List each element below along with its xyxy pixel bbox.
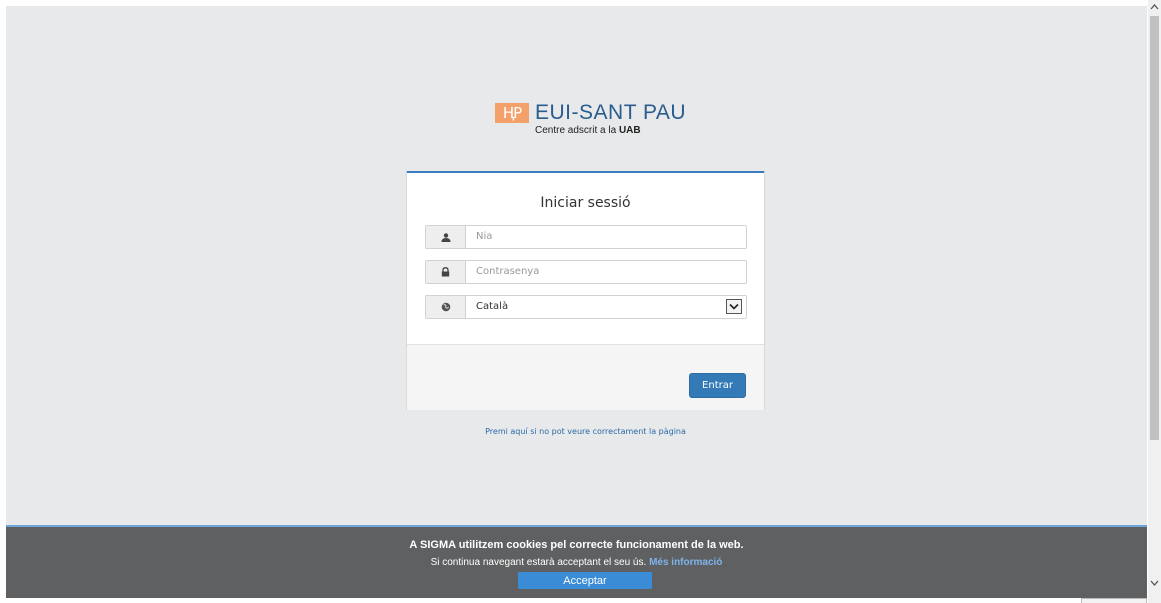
username-placeholder: Nia [476,231,493,242]
logo-title-rest: -SANT PAU [571,101,687,124]
globe-icon [426,296,466,318]
logo-mark: ⱧP [495,103,529,123]
logo-subtitle-strong: UAB [618,125,641,136]
cookie-submessage: Si continua navegant estarà acceptant el… [6,557,1147,568]
cookie-message: A SIGMA utilitzem cookies pel correcte f… [409,539,744,551]
scroll-down-icon[interactable] [1148,576,1161,590]
cookie-more-info-link[interactable]: Més informació [649,557,722,568]
username-field[interactable]: Nia [425,225,747,249]
cookie-submessage-text: Si continua navegant estarà acceptant el… [430,557,647,568]
language-select[interactable]: Català [425,295,747,319]
lock-icon [426,261,466,283]
language-value: Català [476,301,509,312]
vertical-scrollbar[interactable] [1148,0,1161,603]
cookie-banner: A SIGMA utilitzem cookies pel correcte f… [6,525,1147,598]
logo: ⱧP EUI-SANT PAU Centre adscrit a la UAB [495,101,695,143]
password-field[interactable]: Contrasenya [425,260,747,284]
logo-title-strong: EUI [535,101,572,124]
user-icon [426,226,466,248]
bottom-edge-box [1081,598,1147,603]
logo-title: EUI-SANT PAU [535,101,686,125]
chevron-down-icon[interactable] [726,299,742,314]
accept-cookies-button[interactable]: Acceptar [518,572,652,589]
help-link[interactable]: Premi aquí si no pot veure correctament … [406,427,765,436]
login-title: Iniciar sessió [540,195,631,211]
logo-subtitle: Centre adscrit a la UAB [535,125,641,136]
login-panel-footer: Entrar [407,344,764,410]
submit-button[interactable]: Entrar [689,373,746,398]
login-panel: Iniciar sessió Nia Contrasenya Català En… [406,171,765,410]
scroll-thumb[interactable] [1150,16,1159,440]
logo-subtitle-prefix: Centre adscrit a la [535,125,619,136]
password-placeholder: Contrasenya [476,266,540,277]
scroll-up-icon[interactable] [1148,0,1161,14]
